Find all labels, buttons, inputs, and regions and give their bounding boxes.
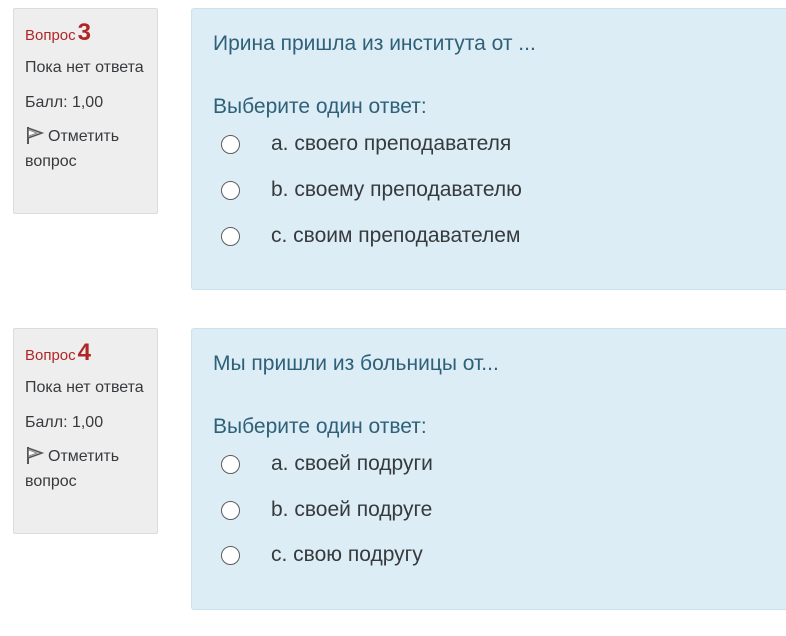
question-label: Вопрос: [25, 27, 76, 44]
question-info: Вопрос 4 Пока нет ответа Балл: 1,00 Отме…: [13, 328, 158, 534]
radio-button[interactable]: [221, 500, 240, 520]
radio-button[interactable]: [221, 545, 240, 565]
flag-question-link[interactable]: Отметить вопрос: [25, 124, 146, 174]
answer-option-b[interactable]: b. своему преподавателю: [221, 175, 522, 205]
radio-button[interactable]: [221, 226, 240, 246]
question-text: Ирина пришла из института от ...: [213, 32, 536, 55]
answer-option-a[interactable]: a. своего преподавателя: [221, 129, 511, 159]
answer-label[interactable]: a. своего преподавателя: [271, 132, 511, 156]
question-number: Вопрос 3: [25, 19, 146, 47]
question-number-value: 3: [77, 19, 92, 46]
radio-button[interactable]: [221, 454, 240, 474]
flag-icon: [25, 125, 45, 145]
radio-button[interactable]: [221, 180, 240, 200]
answer-label[interactable]: b. своему преподавателю: [271, 178, 522, 202]
question-content: Ирина пришла из института от ... Выберит…: [191, 8, 786, 290]
answer-option-c[interactable]: c. своим преподавателем: [221, 221, 520, 251]
answer-label[interactable]: c. своим преподавателем: [271, 224, 520, 248]
flag-icon: [25, 445, 45, 465]
answer-label[interactable]: a. своей подруги: [271, 452, 433, 476]
answer-option-a[interactable]: a. своей подруги: [221, 449, 433, 479]
answer-label[interactable]: c. свою подругу: [271, 543, 423, 567]
radio-button[interactable]: [221, 134, 240, 154]
answer-label[interactable]: b. своей подруге: [271, 498, 432, 522]
question-label: Вопрос: [25, 347, 76, 364]
answer-option-c[interactable]: c. свою подругу: [221, 540, 423, 570]
answer-prompt: Выберите один ответ:: [213, 95, 427, 118]
answer-prompt: Выберите один ответ:: [213, 415, 427, 438]
answer-option-b[interactable]: b. своей подруге: [221, 495, 432, 525]
question-info: Вопрос 3 Пока нет ответа Балл: 1,00 Отме…: [13, 8, 158, 214]
question-text: Мы пришли из больницы от...: [213, 352, 499, 375]
question-number: Вопрос 4: [25, 339, 146, 367]
question-state: Пока нет ответа: [25, 59, 144, 76]
question-number-value: 4: [77, 339, 92, 366]
flag-question-link[interactable]: Отметить вопрос: [25, 444, 146, 494]
question-content: Мы пришли из больницы от... Выберите оди…: [191, 328, 786, 610]
question-grade: Балл: 1,00: [25, 94, 104, 111]
question-grade: Балл: 1,00: [25, 414, 104, 431]
question-state: Пока нет ответа: [25, 379, 144, 396]
